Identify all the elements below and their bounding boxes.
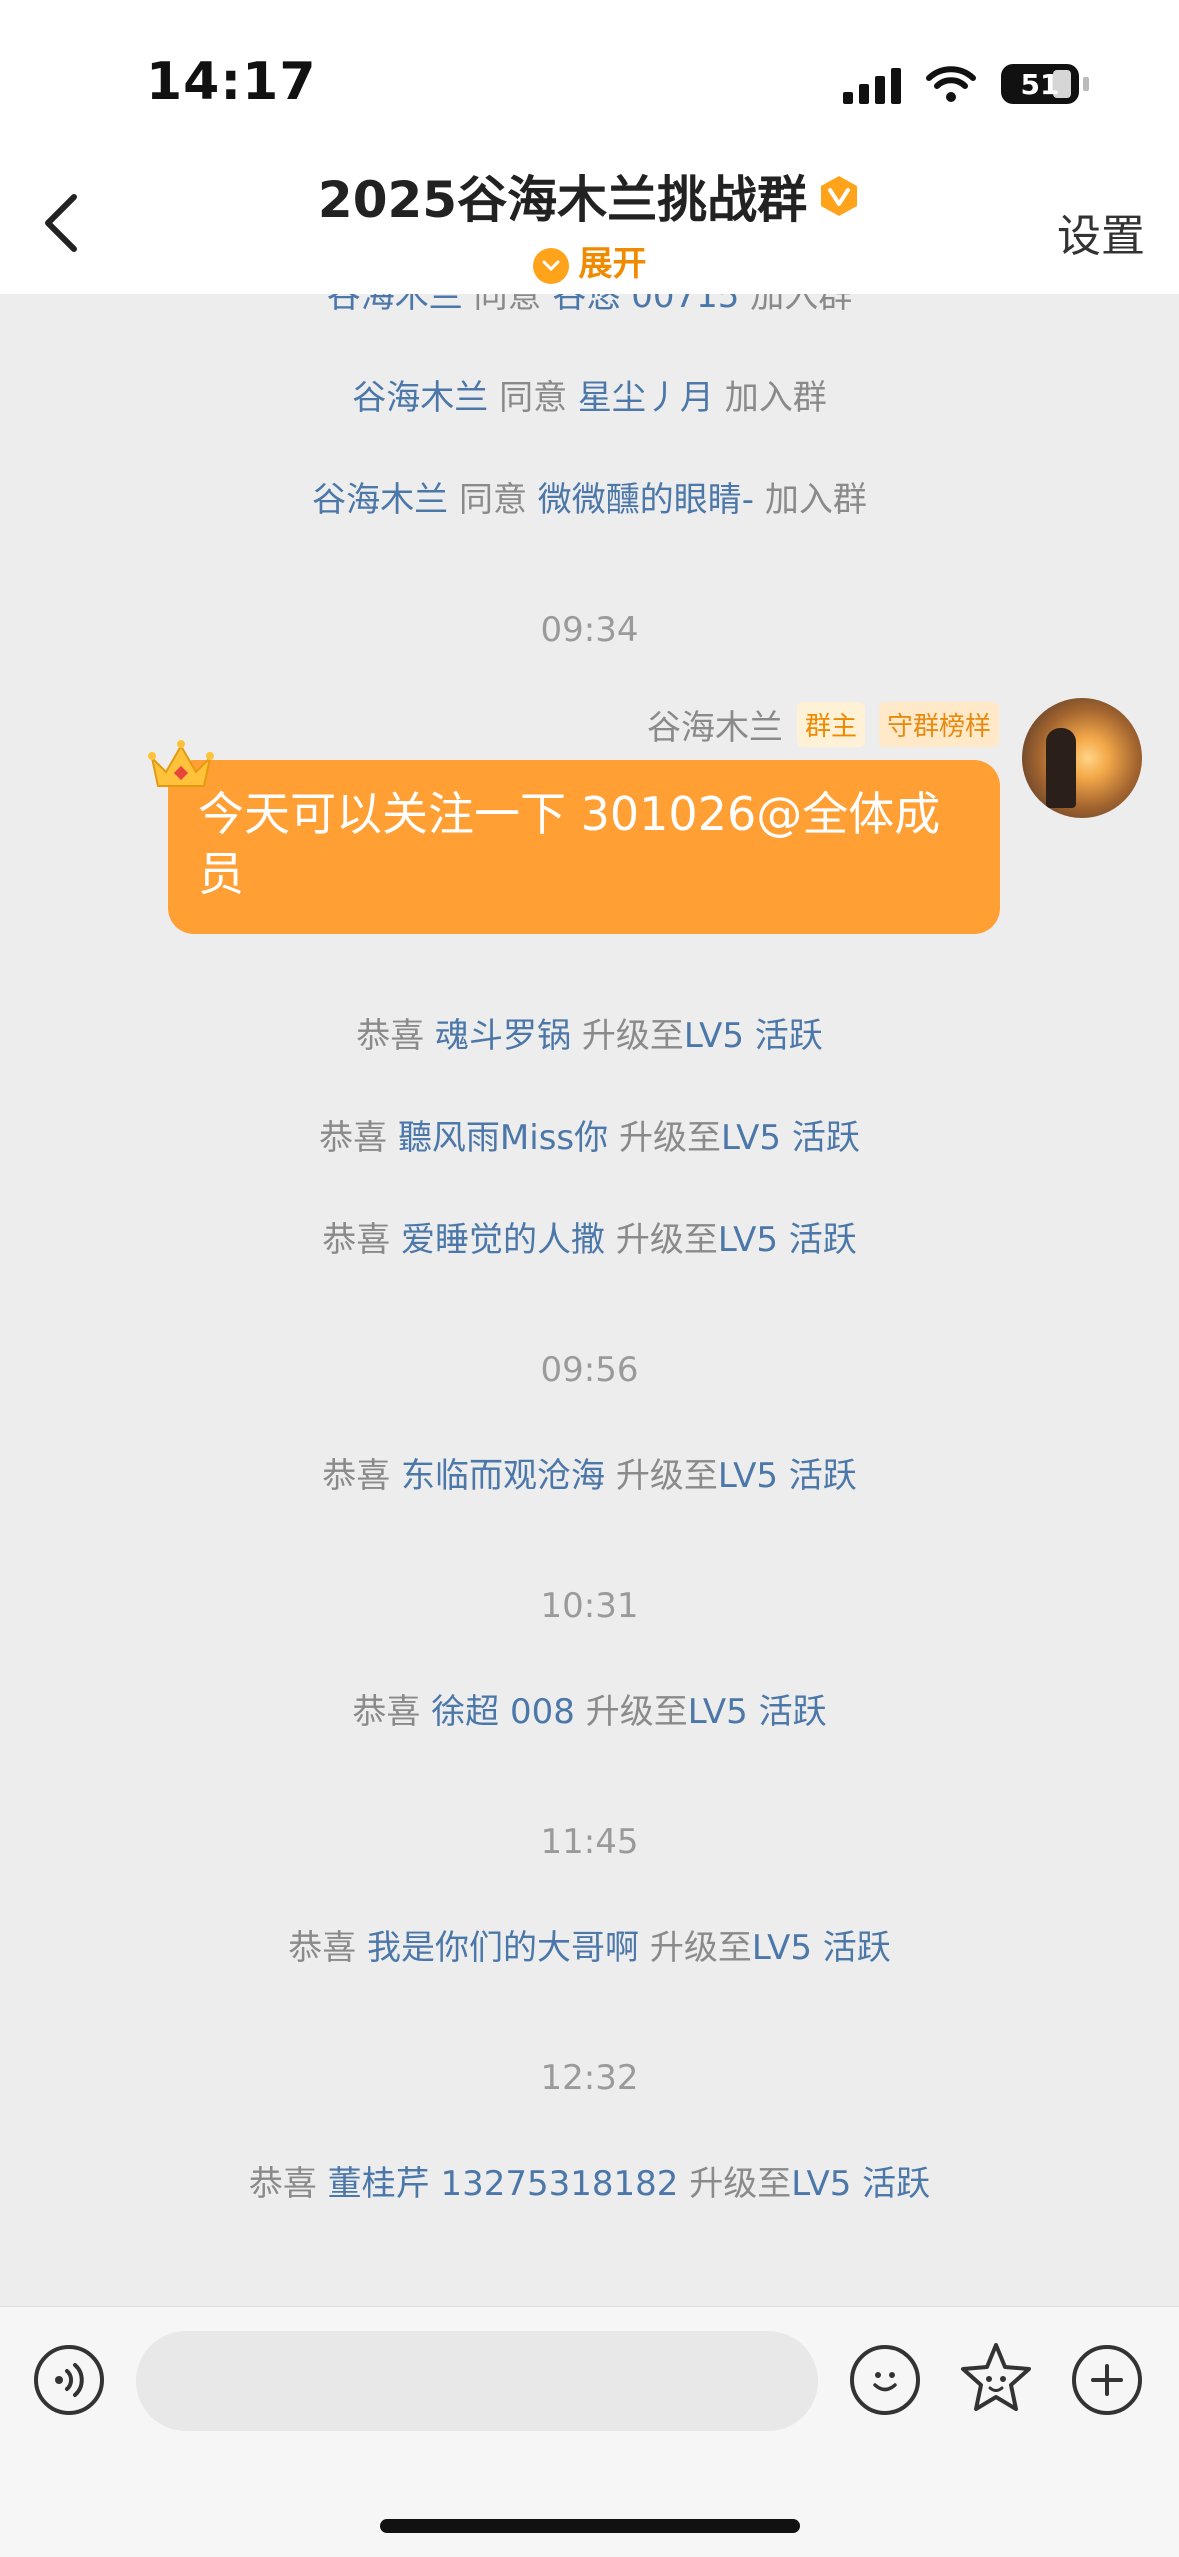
system-target[interactable]: 微微醺的眼睛- xyxy=(538,480,754,520)
chevron-down-icon xyxy=(532,247,569,284)
timestamp: 10:31 xyxy=(540,1586,639,1626)
level-label: LV5 活跃 xyxy=(687,1692,827,1732)
system-message: 谷海木兰 同意 星尘丿月 加入群 xyxy=(0,370,1179,419)
verified-badge-icon xyxy=(821,176,858,216)
levelup-verb: 升级至 xyxy=(605,1220,718,1260)
levelup-message: 恭喜 聽风雨Miss你 升级至LV5 活跃 xyxy=(0,1110,1179,1159)
level-label: LV5 活跃 xyxy=(717,1456,857,1496)
star-face-icon xyxy=(961,2343,1031,2411)
home-indicator xyxy=(380,2519,800,2533)
wifi-icon xyxy=(926,66,976,102)
status-time: 14:17 xyxy=(146,52,317,112)
member-name[interactable]: 我是你们的大哥啊 xyxy=(367,1928,639,1968)
message-bubble[interactable]: 今天可以关注一下 301026@全体成员 xyxy=(168,760,1000,934)
top-bar: 14:17 51 2025谷海木兰挑战群 展开 设置 xyxy=(0,0,1179,294)
battery-level: 51 xyxy=(1020,67,1060,101)
input-bar xyxy=(0,2306,1179,2557)
crown-icon xyxy=(148,740,214,787)
rank-badge: 守群榜样 xyxy=(878,702,999,747)
level-label: LV5 活跃 xyxy=(720,1118,860,1158)
levelup-prefix: 恭喜 xyxy=(352,1692,432,1732)
levelup-verb: 升级至 xyxy=(639,1928,752,1968)
expand-button[interactable]: 展开 xyxy=(0,236,1179,285)
levelup-message: 恭喜 魂斗罗锅 升级至LV5 活跃 xyxy=(0,1008,1179,1057)
levelup-prefix: 恭喜 xyxy=(356,1016,436,1056)
levelup-message: 恭喜 我是你们的大哥啊 升级至LV5 活跃 xyxy=(0,1920,1179,1969)
levelup-prefix: 恭喜 xyxy=(322,1456,402,1496)
member-name[interactable]: 魂斗罗锅 xyxy=(435,1016,571,1056)
voice-icon xyxy=(55,2363,84,2397)
expand-label: 展开 xyxy=(578,244,647,284)
voice-button[interactable] xyxy=(34,2345,104,2415)
level-label: LV5 活跃 xyxy=(791,2164,931,2204)
member-name[interactable]: 东临而观沧海 xyxy=(401,1456,605,1496)
message-input[interactable] xyxy=(136,2331,818,2431)
levelup-verb: 升级至 xyxy=(571,1016,684,1056)
level-label: LV5 活跃 xyxy=(751,1928,891,1968)
plus-icon xyxy=(1091,2364,1123,2396)
system-actor[interactable]: 谷海木兰 xyxy=(352,378,488,418)
levelup-verb: 升级至 xyxy=(608,1118,721,1158)
settings-button[interactable]: 设置 xyxy=(1057,200,1145,264)
levelup-verb: 升级至 xyxy=(574,1692,688,1732)
owner-badge: 群主 xyxy=(796,702,865,747)
sticker-button[interactable] xyxy=(956,2339,1036,2419)
levelup-message: 恭喜 董桂芹 13275318182 升级至LV5 活跃 xyxy=(0,2156,1179,2205)
chat-title: 2025谷海木兰挑战群 xyxy=(318,160,861,232)
levelup-prefix: 恭喜 xyxy=(248,2164,328,2204)
levelup-verb: 升级至 xyxy=(605,1456,718,1496)
member-name[interactable]: 聽风雨Miss你 xyxy=(398,1118,608,1158)
levelup-verb: 升级至 xyxy=(678,2164,792,2204)
timestamp: 12:32 xyxy=(540,2058,639,2098)
system-suffix: 加入群 xyxy=(754,480,867,520)
system-target[interactable]: 星尘丿月 xyxy=(578,378,714,418)
levelup-message: 恭喜 东临而观沧海 升级至LV5 活跃 xyxy=(0,1448,1179,1497)
signal-icon xyxy=(843,64,901,104)
battery-icon: 51 xyxy=(1001,64,1089,104)
levelup-prefix: 恭喜 xyxy=(288,1928,368,1968)
system-actor[interactable]: 谷海木兰 xyxy=(312,480,448,520)
system-message: 谷海木兰 同意 微微醺的眼睛- 加入群 xyxy=(0,472,1179,521)
system-suffix: 加入群 xyxy=(713,378,827,418)
level-label: LV5 活跃 xyxy=(717,1220,857,1260)
levelup-prefix: 恭喜 xyxy=(319,1118,398,1158)
levelup-prefix: 恭喜 xyxy=(322,1220,402,1260)
member-name[interactable]: 徐超 008 xyxy=(431,1692,575,1732)
smiley-icon xyxy=(873,2372,897,2392)
levelup-message: 恭喜 爱睡觉的人撒 升级至LV5 活跃 xyxy=(0,1212,1179,1261)
timestamp: 11:45 xyxy=(540,1822,639,1862)
chat-title-area[interactable]: 2025谷海木兰挑战群 xyxy=(0,160,1179,232)
chat-title-text: 2025谷海木兰挑战群 xyxy=(317,171,808,229)
levelup-message: 恭喜 徐超 008 升级至LV5 活跃 xyxy=(0,1684,1179,1733)
system-verb: 同意 xyxy=(448,480,538,520)
sender-name[interactable]: 谷海木兰 xyxy=(647,700,783,749)
avatar[interactable] xyxy=(1022,698,1142,818)
emoji-button[interactable] xyxy=(850,2345,920,2415)
timestamp: 09:34 xyxy=(540,610,639,650)
level-label: LV5 活跃 xyxy=(683,1016,823,1056)
system-verb: 同意 xyxy=(488,378,578,418)
sender-row: 谷海木兰 群主 守群榜样 xyxy=(647,700,999,749)
more-button[interactable] xyxy=(1072,2345,1142,2415)
member-name[interactable]: 爱睡觉的人撒 xyxy=(401,1220,605,1260)
status-icons: 51 xyxy=(843,62,1089,106)
timestamp: 09:56 xyxy=(540,1350,639,1390)
member-name[interactable]: 董桂芹 13275318182 xyxy=(328,2164,679,2204)
